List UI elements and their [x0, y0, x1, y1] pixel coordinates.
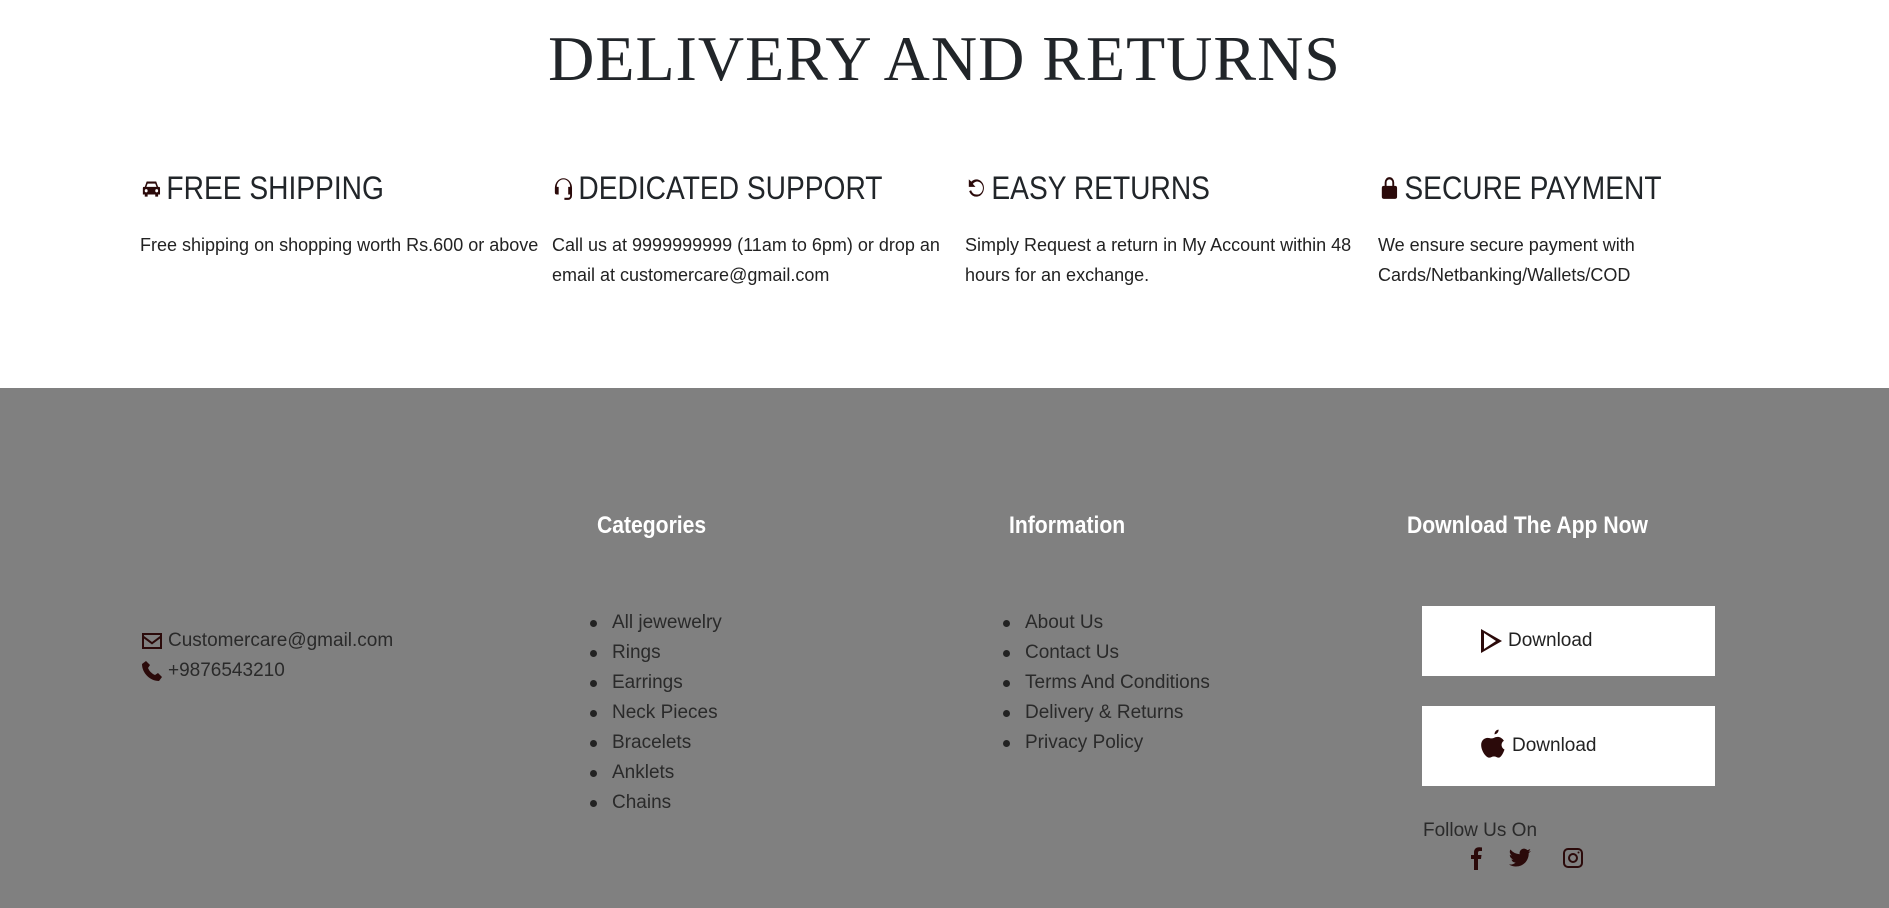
feature-title: FREE SHIPPING	[166, 169, 384, 206]
phone-icon	[142, 661, 162, 681]
categories-list: All jewewelry Rings Earrings Neck Pieces…	[590, 608, 722, 818]
feature-title: SECURE PAYMENT	[1404, 169, 1662, 206]
feature-text: Free shipping on shopping worth Rs.600 o…	[140, 235, 539, 255]
category-link[interactable]: Rings	[590, 638, 722, 668]
category-link[interactable]: Chains	[590, 788, 722, 818]
contact-email[interactable]: Customercare@gmail.com	[140, 630, 393, 652]
information-link[interactable]: Contact Us	[1003, 638, 1210, 668]
page-title: DELIVERY AND RETURNS	[548, 23, 1341, 94]
information-link[interactable]: About Us	[1003, 608, 1210, 638]
app-heading: Download The App Now	[1407, 512, 1648, 539]
category-link[interactable]: All jewewelry	[590, 608, 722, 638]
footer: Customercare@gmail.com +9876543210 Categ…	[0, 388, 1889, 908]
facebook-link[interactable]	[1464, 846, 1490, 872]
category-link[interactable]: Bracelets	[590, 728, 722, 758]
google-play-icon	[1481, 629, 1502, 653]
category-link[interactable]: Earrings	[590, 668, 722, 698]
feature-dedicated-support: DEDICATED SUPPORT Call us at 9999999999 …	[552, 166, 952, 290]
feature-secure-payment: SECURE PAYMENT We ensure secure payment …	[1378, 166, 1778, 290]
apple-store-download-button[interactable]: Download	[1422, 706, 1715, 786]
apple-icon	[1481, 729, 1505, 758]
facebook-icon	[1471, 847, 1482, 870]
google-play-download-button[interactable]: Download	[1422, 606, 1715, 676]
information-list: About Us Contact Us Terms And Conditions…	[1003, 608, 1210, 758]
undo-icon	[968, 179, 984, 197]
envelope-icon	[142, 633, 162, 649]
feature-text: Call us at 9999999999 (11am to 6pm) or d…	[552, 235, 940, 285]
category-link[interactable]: Neck Pieces	[590, 698, 722, 728]
instagram-link[interactable]	[1561, 846, 1587, 872]
feature-title: DEDICATED SUPPORT	[578, 169, 883, 206]
feature-easy-returns: EASY RETURNS Simply Request a return in …	[965, 166, 1365, 290]
categories-heading: Categories	[597, 512, 707, 539]
category-link[interactable]: Anklets	[590, 758, 722, 788]
instagram-icon	[1563, 848, 1583, 868]
information-heading: Information	[1009, 512, 1126, 539]
information-link[interactable]: Delivery & Returns	[1003, 698, 1210, 728]
headset-icon	[554, 178, 573, 200]
feature-title: EASY RETURNS	[991, 169, 1210, 206]
feature-free-shipping: FREE SHIPPING Free shipping on shopping …	[140, 166, 540, 260]
twitter-icon	[1509, 848, 1531, 867]
feature-text: We ensure secure payment with Cards/Netb…	[1378, 235, 1635, 285]
contact-phone[interactable]: +9876543210	[140, 660, 285, 682]
follow-us-label: Follow Us On	[1423, 820, 1538, 841]
feature-text: Simply Request a return in My Account wi…	[965, 235, 1352, 285]
car-icon	[142, 181, 161, 197]
twitter-link[interactable]	[1508, 846, 1534, 872]
information-link[interactable]: Privacy Policy	[1003, 728, 1210, 758]
information-link[interactable]: Terms And Conditions	[1003, 668, 1210, 698]
lock-icon	[1381, 177, 1398, 199]
